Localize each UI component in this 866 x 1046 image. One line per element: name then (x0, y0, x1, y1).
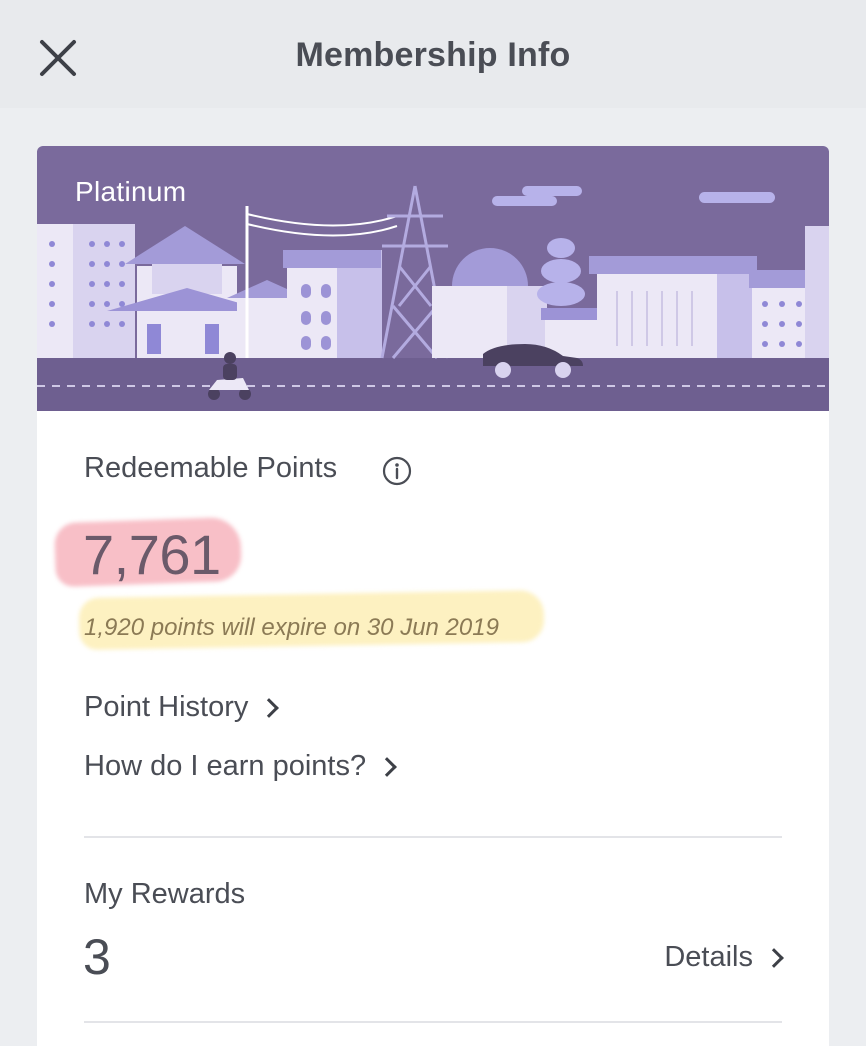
info-icon (382, 456, 412, 486)
redeemable-points-label: Redeemable Points (84, 452, 338, 484)
earn-points-label: How do I earn points? (84, 750, 367, 782)
point-history-label: Point History (84, 691, 249, 723)
details-label: Details (664, 941, 753, 973)
earn-points-link[interactable]: How do I earn points? (84, 750, 398, 783)
tier-banner: Platinum (37, 146, 829, 411)
membership-card: Platinum Redeemable Points 7,761 1,920 p… (37, 146, 829, 1046)
my-rewards-label: My Rewards (84, 878, 246, 910)
rewards-details-link[interactable]: Details (664, 941, 784, 974)
info-button[interactable] (382, 456, 412, 486)
top-bar: Membership Info (0, 0, 866, 108)
page-title: Membership Info (295, 36, 571, 74)
points-value: 7,761 (83, 523, 221, 586)
tier-label: Platinum (75, 176, 187, 207)
rewards-count: 3 (83, 929, 111, 985)
point-history-link[interactable]: Point History (84, 691, 280, 724)
section-divider (84, 836, 782, 838)
points-expire-note: 1,920 points will expire on 30 Jun 2019 (84, 614, 499, 641)
chevron-right-icon (259, 697, 280, 718)
bottom-divider (84, 1021, 782, 1023)
chevron-right-icon (377, 756, 398, 777)
chevron-right-icon (764, 947, 784, 968)
